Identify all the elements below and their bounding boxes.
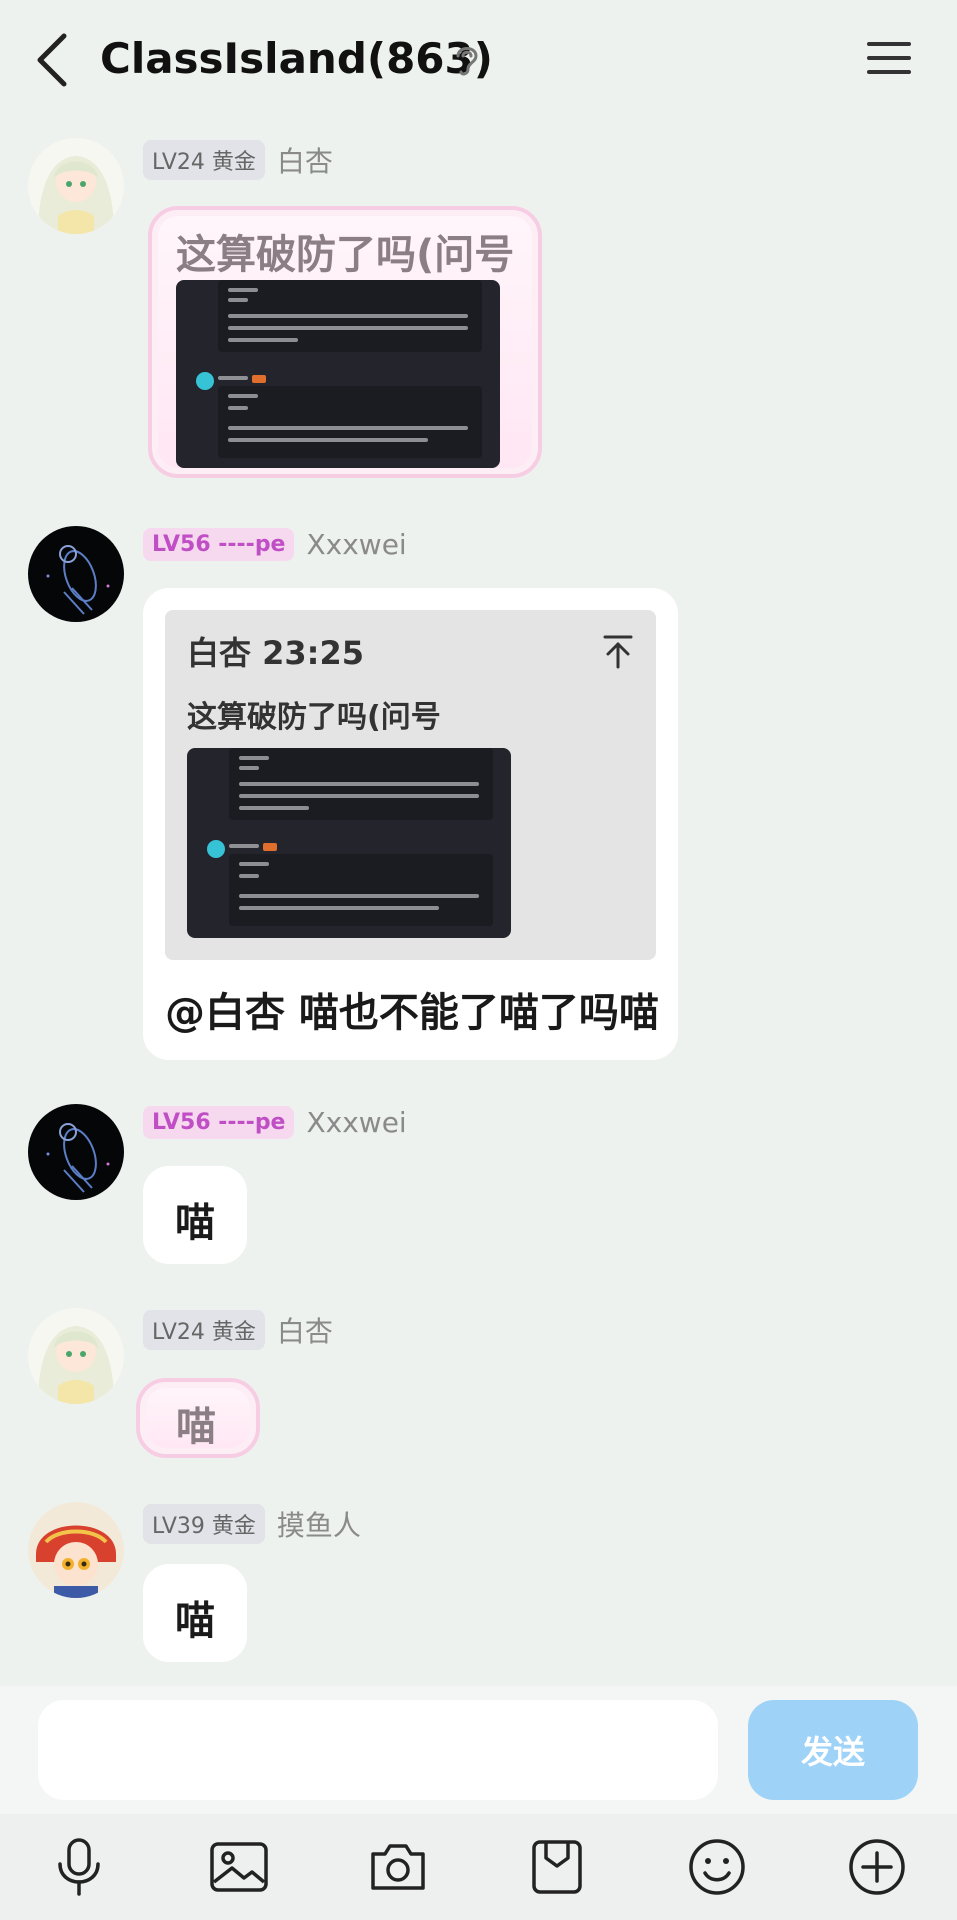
- screenshot-thumbnail[interactable]: [176, 280, 500, 468]
- image-icon[interactable]: [208, 1836, 270, 1898]
- message-item: LV24 黄金 白杏 喵: [0, 1306, 957, 1466]
- avatar[interactable]: [28, 1104, 124, 1200]
- message-item: LV56 ----pe Xxxwei 白杏 23:25 这算破防了吗(问号 @白…: [0, 524, 957, 1064]
- microphone-icon[interactable]: [48, 1836, 110, 1898]
- plus-icon[interactable]: [846, 1836, 908, 1898]
- send-button[interactable]: 发送: [748, 1700, 918, 1800]
- level-badge: LV39 黄金: [143, 1504, 265, 1544]
- quoted-message[interactable]: 白杏 23:25 这算破防了吗(问号: [165, 610, 656, 960]
- sender-name[interactable]: 白杏: [277, 140, 333, 180]
- message-bubble[interactable]: 喵: [143, 1166, 247, 1264]
- level-badge: LV56 ----pe: [143, 1106, 295, 1139]
- quote-header: 白杏 23:25: [187, 634, 365, 672]
- menu-icon[interactable]: [866, 38, 912, 78]
- back-arrow-icon[interactable]: [30, 30, 74, 90]
- input-bar: 发送: [0, 1686, 957, 1814]
- message-text: 喵: [175, 1200, 215, 1246]
- message-bubble[interactable]: 喵: [143, 1564, 247, 1662]
- message-item: LV39 黄金 摸鱼人 喵: [0, 1500, 957, 1666]
- bottom-toolbar: [0, 1814, 957, 1920]
- avatar[interactable]: [28, 1308, 124, 1404]
- avatar[interactable]: [28, 526, 124, 622]
- level-badge: LV24 黄金: [143, 140, 265, 180]
- message-text: @白杏 喵也不能了喵了吗喵: [165, 990, 659, 1036]
- sticker-icon[interactable]: [526, 1836, 588, 1898]
- emoji-icon[interactable]: [686, 1836, 748, 1898]
- avatar[interactable]: [28, 138, 124, 234]
- message-bubble[interactable]: 这算破防了吗(问号: [148, 206, 542, 478]
- message-text: 喵: [176, 1404, 216, 1450]
- ear-icon[interactable]: [452, 42, 482, 78]
- jump-to-top-icon[interactable]: [602, 634, 634, 670]
- avatar[interactable]: [28, 1502, 124, 1598]
- message-item: LV24 黄金 白杏 这算破防了吗(问号: [0, 136, 957, 488]
- quote-text: 这算破防了吗(问号: [187, 700, 441, 735]
- message-text: 这算破防了吗(问号: [176, 232, 515, 278]
- chat-title[interactable]: ClassIsland(863): [100, 34, 493, 83]
- sender-name[interactable]: Xxxwei: [306, 1106, 406, 1139]
- message-item: LV56 ----pe Xxxwei 喵: [0, 1102, 957, 1268]
- message-input[interactable]: [38, 1700, 718, 1800]
- message-bubble[interactable]: 喵: [136, 1378, 260, 1458]
- sender-name[interactable]: 白杏: [277, 1310, 333, 1350]
- message-text: 喵: [175, 1598, 215, 1644]
- sender-name[interactable]: Xxxwei: [306, 528, 406, 561]
- level-badge: LV56 ----pe: [143, 528, 295, 561]
- chat-header: ClassIsland(863): [0, 0, 957, 120]
- message-bubble[interactable]: 白杏 23:25 这算破防了吗(问号 @白杏 喵也不能了喵了吗喵: [143, 588, 678, 1060]
- sender-name[interactable]: 摸鱼人: [277, 1504, 361, 1544]
- level-badge: LV24 黄金: [143, 1310, 265, 1350]
- camera-icon[interactable]: [367, 1836, 429, 1898]
- screenshot-thumbnail[interactable]: [187, 748, 511, 938]
